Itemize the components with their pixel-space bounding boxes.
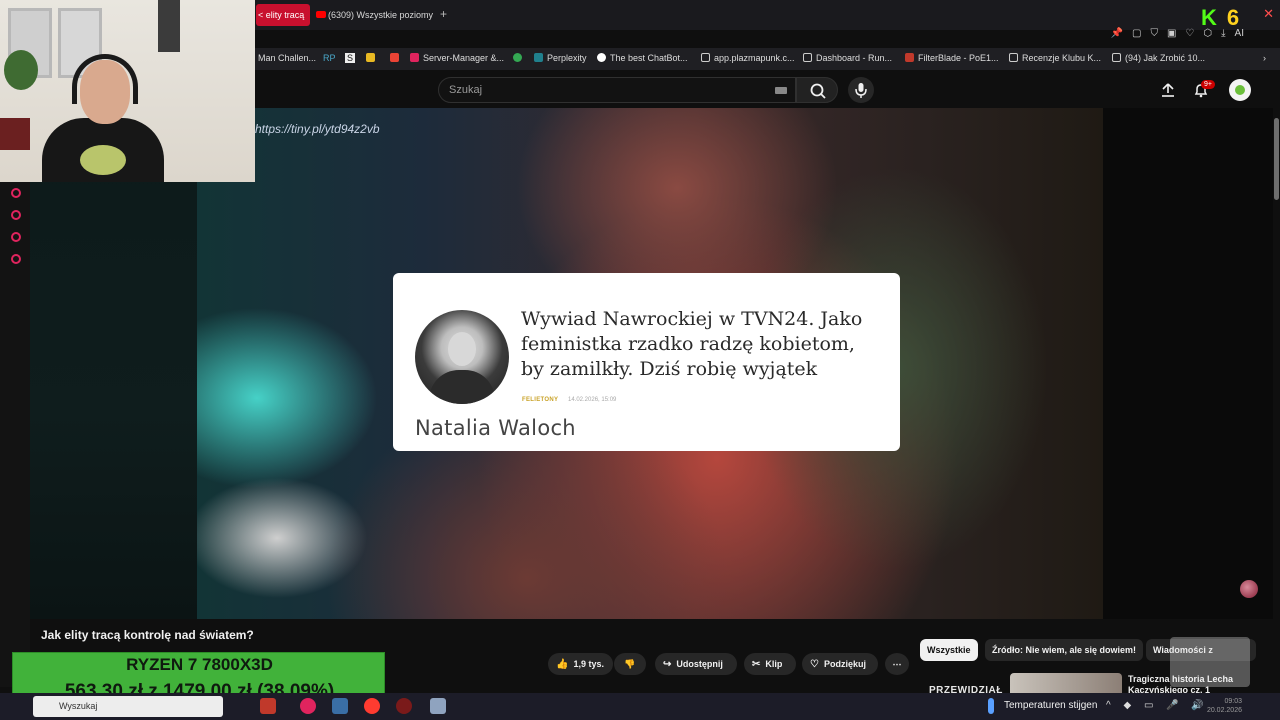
video-title: Jak elity tracą kontrolę nad światem?: [41, 628, 254, 642]
record-icon[interactable]: [11, 188, 21, 198]
thumbs-up-icon: 👍: [556, 659, 569, 670]
perplexity-icon: [534, 53, 543, 62]
bookmark-item[interactable]: The best ChatBot...: [597, 53, 688, 63]
author-photo: [415, 310, 509, 404]
chatbot-icon: [597, 53, 606, 62]
ai-button[interactable]: AI: [1235, 28, 1244, 39]
share-icon: ↪: [663, 659, 672, 670]
article-author: Natalia Waloch: [415, 416, 576, 440]
page-icon: [701, 53, 710, 62]
more-actions-button[interactable]: ⋯: [885, 653, 909, 675]
search-button[interactable]: [796, 77, 838, 103]
brain-icon: [1240, 580, 1258, 598]
avatar[interactable]: [1229, 79, 1251, 101]
dislike-button[interactable]: 👎: [614, 653, 646, 675]
settings-icon[interactable]: [11, 254, 21, 264]
thumbs-down-icon: 👎: [624, 659, 636, 669]
extensions-icon[interactable]: ⬡: [1203, 28, 1212, 39]
page-icon: [803, 53, 812, 62]
clock-icon[interactable]: [11, 210, 21, 220]
page-icon: [1009, 53, 1018, 62]
stream-side-panel: [0, 182, 30, 687]
filterblade-icon: [905, 53, 914, 62]
keyboard-icon[interactable]: [775, 87, 787, 94]
kick-k-icon: K: [1201, 5, 1217, 30]
search-box: [438, 77, 796, 103]
scrollbar-thumb[interactable]: [1274, 118, 1279, 200]
article-card: Wywiad Nawrockiej w TVN24. Jako feminist…: [393, 273, 900, 451]
bookmark-item[interactable]: app.plazmapunk.c...: [701, 53, 795, 63]
new-tab-button[interactable]: +: [440, 7, 447, 21]
bookmark-item[interactable]: Dashboard - Run...: [803, 53, 892, 63]
bookmark-item[interactable]: S: [345, 53, 356, 63]
taskbar-app-icon[interactable]: [430, 698, 446, 714]
webcam-overlay: [0, 0, 255, 182]
recommendation-thumbnail[interactable]: [1010, 673, 1122, 693]
video-url-overlay: https://tiny.pl/ytd94z2vb: [255, 122, 380, 136]
tab-title: (6309) Wszystkie poziomy: [328, 10, 434, 20]
server-icon: [410, 53, 419, 62]
screen: < elity tracą (6309) Wszystkie poziomy +…: [0, 0, 1280, 720]
share-button[interactable]: ↪ Udostępnij: [655, 653, 737, 675]
chip-all[interactable]: Wszystkie: [920, 639, 978, 661]
taskbar-search[interactable]: Wyszukaj: [33, 696, 223, 717]
bookmark-item[interactable]: Recenzje Klubu K...: [1009, 53, 1101, 63]
bookmark-item[interactable]: FilterBlade - PoE1...: [905, 53, 999, 63]
chat-icon[interactable]: [11, 232, 21, 242]
screenshot-icon[interactable]: ▢: [1132, 28, 1141, 39]
bookmark-item[interactable]: RP: [323, 53, 336, 63]
upload-icon[interactable]: [1160, 82, 1176, 98]
tab-active[interactable]: < elity tracą: [256, 4, 310, 26]
like-button[interactable]: 👍 1,9 tys.: [548, 653, 613, 675]
notifications-badge: 9+: [1201, 80, 1215, 89]
bookmark-item[interactable]: Server-Manager &...: [410, 53, 504, 63]
bookmark-folder-icon[interactable]: [366, 53, 379, 63]
badge-number: 6: [1226, 5, 1240, 30]
taskbar: Wyszukaj Temperaturen stijgen ^ ◆ ▭ 🎤 🔊 …: [0, 693, 1280, 720]
thanks-button[interactable]: ♡ Podziękuj: [802, 653, 878, 675]
tab-youtube-subscriptions[interactable]: (6309) Wszystkie poziomy: [314, 4, 438, 26]
bookmark-item[interactable]: Man Challen...: [258, 53, 316, 63]
article-headline: Wywiad Nawrockiej w TVN24. Jako feminist…: [521, 308, 863, 380]
taskbar-app-icon[interactable]: [300, 698, 316, 714]
article-category: FELIETONY: [522, 397, 559, 403]
search-input[interactable]: [439, 78, 739, 102]
bookmark-item[interactable]: (94) Jak Zrobić 10...: [1112, 53, 1205, 63]
scissors-icon: ✂: [752, 659, 761, 670]
bookmarks-overflow-icon[interactable]: ›: [1263, 53, 1266, 63]
taskbar-app-icon[interactable]: [364, 698, 380, 714]
taskbar-app-icon[interactable]: [260, 698, 276, 714]
article-date: 14.02.2026, 15:09: [568, 397, 617, 403]
pin-icon[interactable]: 📌: [1111, 28, 1123, 39]
tab-title: < elity tracą: [258, 10, 305, 20]
search-icon: [810, 83, 826, 99]
gmail-icon[interactable]: [390, 53, 403, 63]
chip-source[interactable]: Źródło: Nie wiem, ale się dowiem!: [985, 639, 1144, 661]
taskbar-app-icon[interactable]: [332, 698, 348, 714]
video-pillarbox-right: [1103, 108, 1273, 619]
heart-icon[interactable]: ♡: [1185, 28, 1194, 39]
voice-search-button[interactable]: [848, 77, 874, 103]
thermometer-icon: [988, 698, 994, 714]
mic-icon: [855, 83, 867, 98]
bookmark-item[interactable]: Perplexity: [534, 53, 587, 63]
box-icon[interactable]: ▣: [1167, 28, 1176, 39]
shield-icon[interactable]: ⛉: [1150, 28, 1158, 39]
download-icon[interactable]: ⤓: [1221, 28, 1225, 39]
close-icon[interactable]: ✕: [1263, 6, 1274, 22]
promo-product: RYZEN 7 7800X3D: [126, 655, 273, 674]
maps-icon[interactable]: [513, 53, 526, 63]
browser-toolbar-icons: 📌 ▢ ⛉ ▣ ♡ ⬡ ⤓ AI: [1111, 28, 1244, 39]
taskbar-clock[interactable]: 09:03 20.02.2026: [1186, 697, 1242, 715]
youtube-icon: [316, 11, 326, 18]
thanks-icon: ♡: [810, 659, 819, 670]
obs-icon[interactable]: [396, 698, 412, 714]
page-icon: [1112, 53, 1121, 62]
video-pillarbox-left: [30, 108, 197, 619]
clip-button[interactable]: ✂ Klip: [744, 653, 796, 675]
weather-text[interactable]: Temperaturen stijgen: [1004, 700, 1097, 711]
